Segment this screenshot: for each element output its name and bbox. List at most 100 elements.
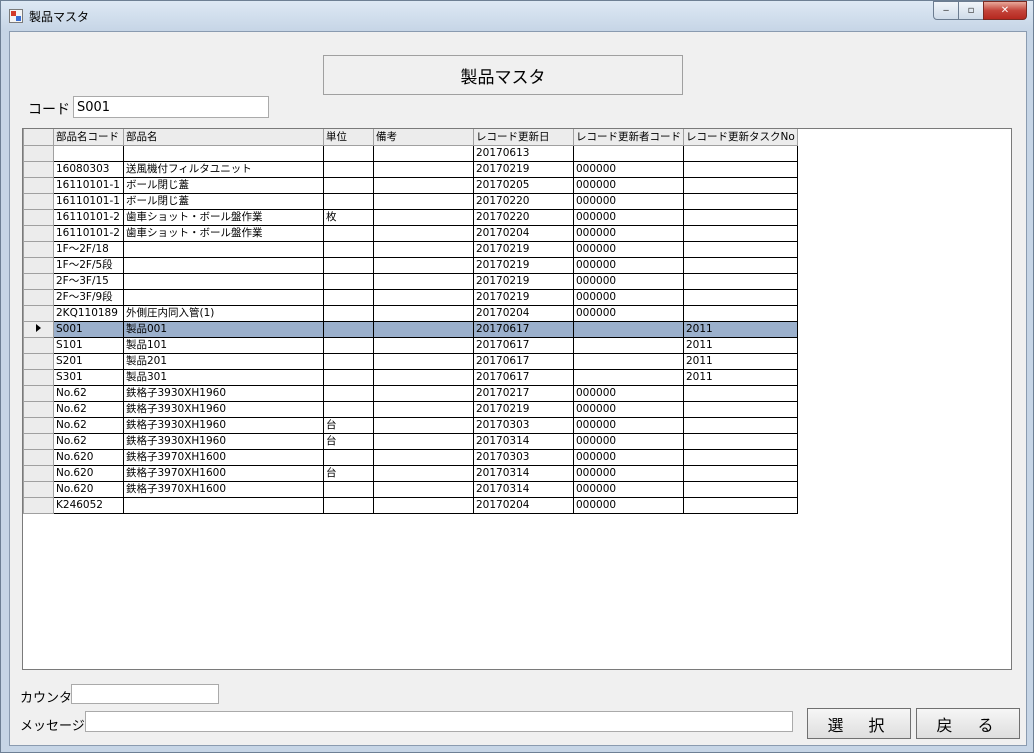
row-header[interactable] xyxy=(23,448,54,466)
maximize-button[interactable]: ▫ xyxy=(958,1,984,20)
cell-update-date[interactable]: 20170219 xyxy=(473,272,574,290)
cell-updater-code[interactable]: 000000 xyxy=(573,176,684,194)
cell-update-date[interactable]: 20170303 xyxy=(473,416,574,434)
table-row[interactable]: 1F～2F/18 20170219 000000 xyxy=(23,240,798,258)
cell-update-date[interactable]: 20170219 xyxy=(473,240,574,258)
grid-table[interactable]: 部品名コード 部品名 単位 備考 レコード更新日 レコード更新者コード レコード… xyxy=(23,129,798,514)
cell-update-task-no[interactable] xyxy=(683,416,798,434)
cell-part-name[interactable] xyxy=(123,240,324,258)
row-header[interactable] xyxy=(23,464,54,482)
cell-update-date[interactable]: 20170204 xyxy=(473,224,574,242)
cell-updater-code[interactable]: 000000 xyxy=(573,208,684,226)
cell-update-task-no[interactable] xyxy=(683,496,798,514)
cell-update-date[interactable]: 20170617 xyxy=(473,368,574,386)
cell-unit[interactable] xyxy=(323,224,374,242)
row-header[interactable] xyxy=(23,192,54,210)
select-button[interactable]: 選 択 xyxy=(807,708,911,739)
row-header[interactable] xyxy=(23,208,54,226)
cell-updater-code[interactable]: 000000 xyxy=(573,288,684,306)
table-row[interactable]: 16080303 送風機付フィルタユニット 20170219 000000 xyxy=(23,160,798,178)
cell-unit[interactable] xyxy=(323,144,374,162)
row-header[interactable] xyxy=(23,480,54,498)
row-header[interactable] xyxy=(23,176,54,194)
cell-update-task-no[interactable]: 2011 xyxy=(683,320,798,338)
cell-part-name[interactable]: 鉄格子3930XH1960 xyxy=(123,400,324,418)
cell-part-name[interactable]: 製品201 xyxy=(123,352,324,370)
cell-updater-code[interactable]: 000000 xyxy=(573,304,684,322)
cell-part-code[interactable]: No.62 xyxy=(53,384,124,402)
cell-remarks[interactable] xyxy=(373,368,474,386)
cell-update-task-no[interactable]: 2011 xyxy=(683,352,798,370)
cell-updater-code[interactable]: 000000 xyxy=(573,256,684,274)
cell-part-code[interactable]: No.620 xyxy=(53,480,124,498)
cell-update-task-no[interactable] xyxy=(683,464,798,482)
cell-part-name[interactable] xyxy=(123,256,324,274)
table-row[interactable]: No.620 鉄格子3970XH1600 20170314 000000 xyxy=(23,480,798,498)
cell-updater-code[interactable] xyxy=(573,352,684,370)
row-header[interactable] xyxy=(23,272,54,290)
cell-unit[interactable] xyxy=(323,288,374,306)
cell-update-task-no[interactable] xyxy=(683,480,798,498)
cell-part-code[interactable]: K246052 xyxy=(53,496,124,514)
row-header[interactable] xyxy=(23,224,54,242)
table-row[interactable]: No.620 鉄格子3970XH1600 20170303 000000 xyxy=(23,448,798,466)
cell-part-code[interactable]: 1F～2F/5段 xyxy=(53,256,124,274)
cell-part-name[interactable] xyxy=(123,144,324,162)
table-row[interactable]: 16110101-1 ボール閉じ蓋 20170205 000000 xyxy=(23,176,798,194)
cell-update-task-no[interactable] xyxy=(683,384,798,402)
row-header[interactable] xyxy=(23,288,54,306)
cell-update-date[interactable]: 20170204 xyxy=(473,496,574,514)
cell-part-name[interactable]: 送風機付フィルタユニット xyxy=(123,160,324,178)
row-header[interactable] xyxy=(23,304,54,322)
cell-part-code[interactable]: S001 xyxy=(53,320,124,338)
cell-update-task-no[interactable]: 2011 xyxy=(683,336,798,354)
cell-update-task-no[interactable] xyxy=(683,240,798,258)
cell-remarks[interactable] xyxy=(373,320,474,338)
row-header[interactable] xyxy=(23,384,54,402)
cell-part-name[interactable]: 鉄格子3930XH1960 xyxy=(123,416,324,434)
cell-update-date[interactable]: 20170219 xyxy=(473,400,574,418)
row-header[interactable] xyxy=(23,320,54,338)
cell-update-task-no[interactable] xyxy=(683,192,798,210)
cell-update-date[interactable]: 20170303 xyxy=(473,448,574,466)
cell-remarks[interactable] xyxy=(373,496,474,514)
cell-update-date[interactable]: 20170219 xyxy=(473,160,574,178)
count-input[interactable] xyxy=(71,684,219,704)
row-header[interactable] xyxy=(23,256,54,274)
cell-part-name[interactable]: 歯車ショット・ボール盤作業 xyxy=(123,208,324,226)
cell-update-task-no[interactable] xyxy=(683,432,798,450)
cell-remarks[interactable] xyxy=(373,144,474,162)
cell-unit[interactable] xyxy=(323,240,374,258)
row-header[interactable] xyxy=(23,416,54,434)
row-header[interactable] xyxy=(23,432,54,450)
row-header[interactable] xyxy=(23,352,54,370)
cell-part-name[interactable] xyxy=(123,496,324,514)
cell-unit[interactable] xyxy=(323,384,374,402)
table-row[interactable]: No.62 鉄格子3930XH1960 20170219 000000 xyxy=(23,400,798,418)
cell-update-task-no[interactable] xyxy=(683,304,798,322)
table-row[interactable]: S301 製品301 20170617 2011 xyxy=(23,368,798,386)
cell-unit[interactable] xyxy=(323,480,374,498)
column-header-update-date[interactable]: レコード更新日 xyxy=(473,129,574,146)
cell-update-date[interactable]: 20170204 xyxy=(473,304,574,322)
table-row[interactable]: No.62 鉄格子3930XH1960 台 20170303 000000 xyxy=(23,416,798,434)
table-row[interactable]: No.62 鉄格子3930XH1960 20170217 000000 xyxy=(23,384,798,402)
cell-part-code[interactable]: No.620 xyxy=(53,464,124,482)
cell-unit[interactable] xyxy=(323,496,374,514)
cell-updater-code[interactable]: 000000 xyxy=(573,496,684,514)
row-header-corner[interactable] xyxy=(23,129,54,146)
cell-part-code[interactable] xyxy=(53,144,124,162)
back-button[interactable]: 戻 る xyxy=(916,708,1020,739)
table-row[interactable]: No.62 鉄格子3930XH1960 台 20170314 000000 xyxy=(23,432,798,450)
cell-updater-code[interactable]: 000000 xyxy=(573,160,684,178)
cell-update-date[interactable]: 20170314 xyxy=(473,464,574,482)
table-row[interactable]: 16110101-2 歯車ショット・ボール盤作業 20170204 000000 xyxy=(23,224,798,242)
cell-remarks[interactable] xyxy=(373,384,474,402)
cell-update-date[interactable]: 20170314 xyxy=(473,480,574,498)
cell-unit[interactable] xyxy=(323,192,374,210)
minimize-button[interactable]: ‒ xyxy=(933,1,959,20)
cell-unit[interactable] xyxy=(323,448,374,466)
cell-remarks[interactable] xyxy=(373,448,474,466)
table-row[interactable]: 2F～3F/9段 20170219 000000 xyxy=(23,288,798,306)
cell-update-task-no[interactable] xyxy=(683,400,798,418)
